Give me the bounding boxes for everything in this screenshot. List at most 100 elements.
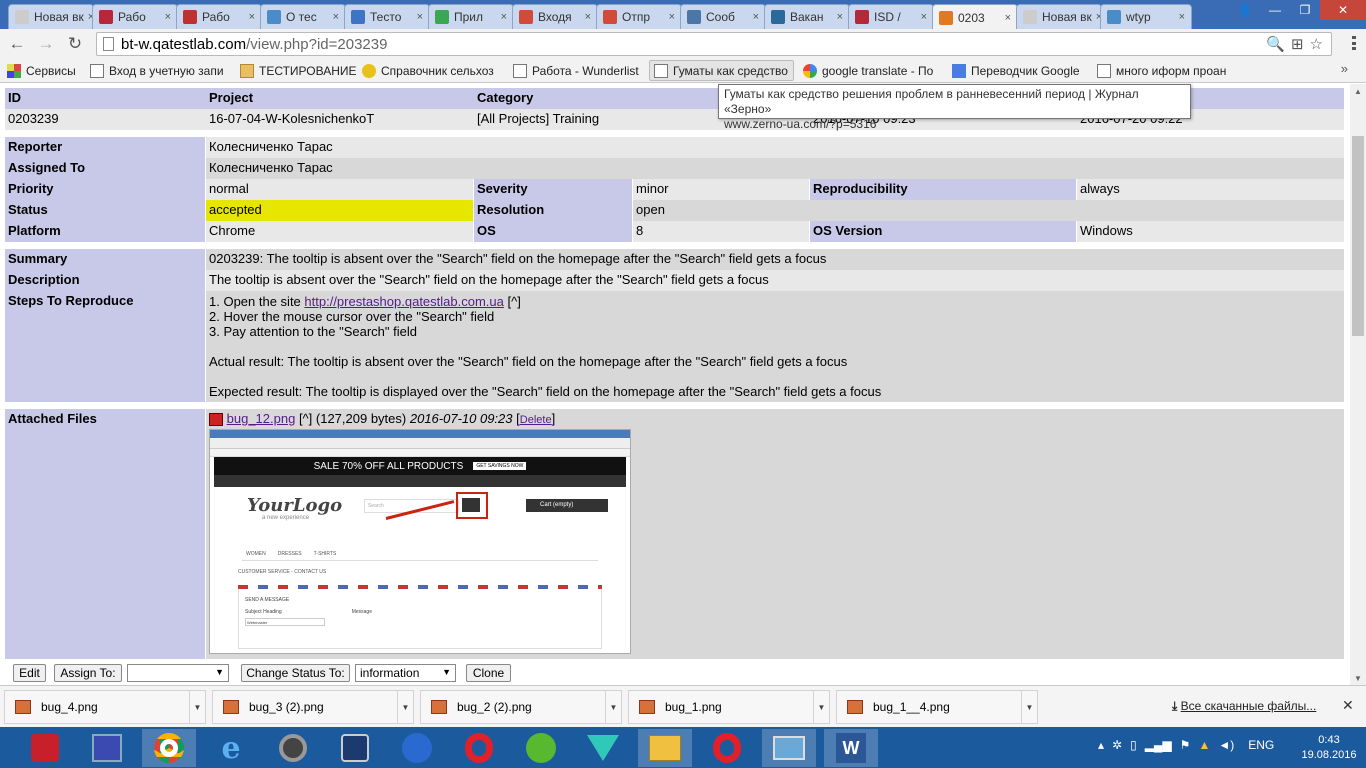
translate-icon[interactable]: ⊞	[1291, 35, 1304, 53]
delete-attachment-link[interactable]: Delete	[520, 414, 552, 426]
page-scrollbar[interactable]: ▲ ▼	[1350, 84, 1366, 685]
settings-app-icon[interactable]	[328, 729, 382, 767]
bookmark-star-icon[interactable]: ☆	[1310, 35, 1323, 53]
forward-icon[interactable]: →	[35, 33, 57, 55]
bookmark-translator[interactable]: Переводчик Google	[952, 60, 1080, 81]
bookmark-login[interactable]: Вход в учетную запи	[90, 60, 230, 81]
bookmark-folder-testing[interactable]: ТЕСТИРОВАНИЕ	[240, 60, 357, 81]
clock[interactable]: 0:43 19.08.2016	[1298, 733, 1360, 763]
tab-close-icon[interactable]: ×	[413, 11, 423, 23]
speaker-app-icon[interactable]	[266, 729, 320, 767]
chevron-down-icon[interactable]: ▼	[397, 690, 413, 724]
bookmark-humates[interactable]: Гуматы как средство	[649, 60, 794, 81]
chevron-down-icon[interactable]: ▼	[813, 690, 829, 724]
maximize-button[interactable]: ❐	[1290, 0, 1320, 20]
tab-close-icon[interactable]: ×	[833, 11, 843, 23]
flag-icon[interactable]: ⚑	[1180, 738, 1191, 752]
volume-icon[interactable]: ◄)	[1218, 738, 1234, 752]
browser-tab[interactable]: Рабо ×	[92, 4, 178, 29]
reload-icon[interactable]: ↻	[64, 33, 86, 55]
tab-close-icon[interactable]: ×	[581, 11, 591, 23]
assign-to-button[interactable]: Assign To:	[54, 664, 122, 682]
browser-tab[interactable]: Прил ×	[428, 4, 514, 29]
tab-close-icon[interactable]: ×	[329, 11, 339, 23]
vpn-app-icon[interactable]	[576, 729, 630, 767]
browser-tab[interactable]: ISD / ×	[848, 4, 934, 29]
assign-to-select[interactable]: ▼	[127, 664, 229, 682]
bookmarks-more-button[interactable]: »	[1341, 61, 1348, 76]
download-item[interactable]: bug_1__4.png ▼	[836, 690, 1038, 724]
browser-tab[interactable]: Входя ×	[512, 4, 598, 29]
bookmark-apps[interactable]: Сервисы	[7, 60, 76, 81]
chevron-down-icon[interactable]: ▼	[189, 690, 205, 724]
prestashop-link[interactable]: http://prestashop.qatestlab.com.ua	[304, 294, 503, 309]
status-select[interactable]: information ▼	[355, 664, 456, 682]
back-icon[interactable]: ←	[6, 33, 28, 55]
download-item[interactable]: bug_1.png ▼	[628, 690, 830, 724]
file-explorer-icon[interactable]	[638, 729, 692, 767]
chrome-menu-icon[interactable]	[1352, 36, 1356, 50]
browser-tab[interactable]: Новая вк ×	[1016, 4, 1102, 29]
chevron-down-icon[interactable]: ▼	[1021, 690, 1037, 724]
zoom-icon[interactable]: 🔍	[1266, 35, 1285, 53]
word-icon[interactable]: W	[824, 729, 878, 767]
utorrent-icon[interactable]	[514, 729, 568, 767]
browser-tab[interactable]: Новая вк ×	[8, 4, 94, 29]
tab-close-icon[interactable]: ×	[245, 11, 255, 23]
tab-close-icon[interactable]: ×	[1175, 11, 1185, 23]
bookmark-wunderlist[interactable]: Работа - Wunderlist	[513, 60, 639, 81]
scroll-down-icon[interactable]: ▼	[1350, 671, 1366, 685]
opera-icon-2[interactable]	[700, 729, 754, 767]
browser-tab[interactable]: Вакан ×	[764, 4, 850, 29]
download-item[interactable]: bug_2 (2).png ▼	[420, 690, 622, 724]
scroll-up-icon[interactable]: ▲	[1350, 84, 1366, 98]
signal-icon[interactable]: ▂▄▆	[1145, 738, 1172, 752]
bookmark-many-info[interactable]: много иформ проан	[1097, 60, 1232, 81]
tab-close-icon[interactable]: ×	[665, 11, 675, 23]
browser-tab[interactable]: Сооб ×	[680, 4, 766, 29]
language-indicator[interactable]: ENG	[1248, 738, 1274, 752]
opera-icon[interactable]	[452, 729, 506, 767]
tab-close-icon[interactable]: ×	[161, 11, 171, 23]
tab-close-icon[interactable]: ×	[917, 11, 927, 23]
attachment-open-link[interactable]: [^]	[299, 411, 312, 426]
change-status-button[interactable]: Change Status To:	[241, 664, 350, 682]
drive-icon[interactable]: ▲	[1198, 738, 1210, 752]
edit-button[interactable]: Edit	[13, 664, 46, 682]
close-window-button[interactable]: ✕	[1320, 0, 1366, 20]
external-link[interactable]: [^]	[508, 294, 521, 309]
browser-tab[interactable]: О тес ×	[260, 4, 346, 29]
all-downloads-link[interactable]: ⤓ Все скачанные файлы...	[1172, 699, 1316, 714]
tab-close-icon[interactable]: ×	[1001, 12, 1011, 24]
close-downloads-button[interactable]: ✕	[1342, 697, 1354, 714]
scrollbar-thumb[interactable]	[1352, 136, 1364, 336]
download-item[interactable]: bug_3 (2).png ▼	[212, 690, 414, 724]
chevron-down-icon[interactable]: ▼	[605, 690, 621, 724]
tray-expand-icon[interactable]: ▴	[1098, 738, 1104, 752]
browser-tab[interactable]: Рабо ×	[176, 4, 262, 29]
tab-close-icon[interactable]: ×	[497, 11, 507, 23]
browser-tab[interactable]: 0203 ×	[932, 4, 1018, 30]
battery-icon[interactable]: ▯	[1130, 738, 1137, 752]
attachment-preview-image[interactable]: SALE 70% OFF ALL PRODUCTS GET SAVINGS NO…	[209, 429, 631, 654]
browser-tab[interactable]: Отпр ×	[596, 4, 682, 29]
bookmark-google-translate[interactable]: google translate - По	[803, 60, 938, 81]
browser-tab[interactable]: Тесто ×	[344, 4, 430, 29]
address-bar[interactable]: bt-w.qatestlab.com/view.php?id=203239 🔍 …	[96, 32, 1332, 56]
photo-viewer-icon[interactable]	[762, 729, 816, 767]
power-icon[interactable]	[18, 729, 72, 767]
minimize-button[interactable]: —	[1260, 0, 1290, 20]
summary-row: Summary 0203239: The tooltip is absent o…	[5, 249, 1344, 270]
calculator-icon[interactable]	[80, 729, 134, 767]
tab-close-icon[interactable]: ×	[749, 11, 759, 23]
chrome-icon[interactable]	[142, 729, 196, 767]
user-icon[interactable]: 👤	[1230, 0, 1260, 20]
thunderbird-icon[interactable]	[390, 729, 444, 767]
attachment-link[interactable]: bug_12.png	[227, 411, 296, 426]
internet-explorer-icon[interactable]: e	[204, 729, 258, 767]
network-app-icon[interactable]: ✲	[1112, 738, 1122, 752]
clone-button[interactable]: Clone	[466, 664, 511, 682]
browser-tab[interactable]: wtyp ×	[1100, 4, 1192, 29]
bookmark-reference[interactable]: Справочник сельхоз	[362, 60, 502, 81]
download-item[interactable]: bug_4.png ▼	[4, 690, 206, 724]
